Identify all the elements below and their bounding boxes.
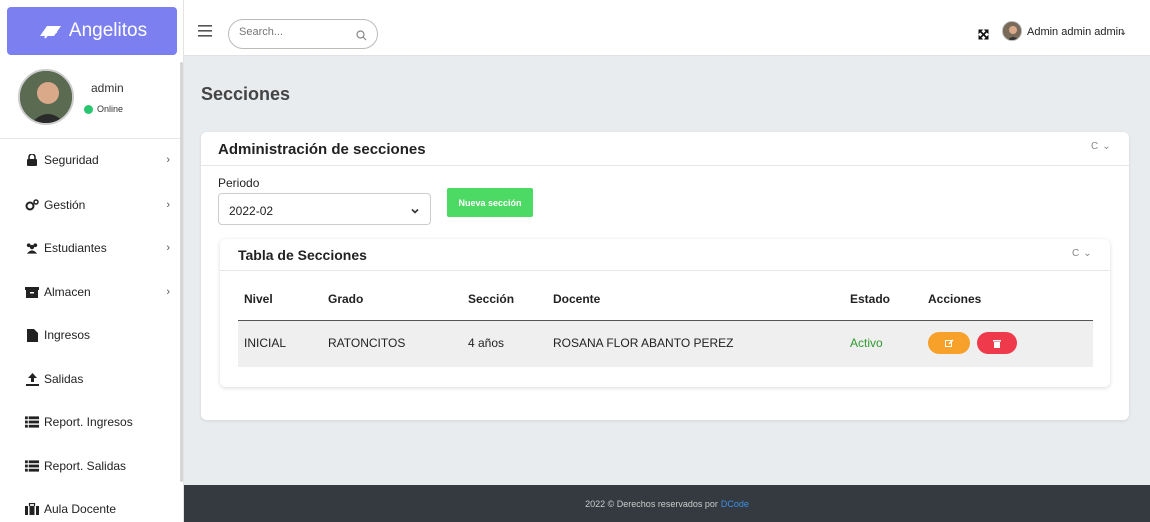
sidebar-item-aula-docente[interactable]: Aula Docente (0, 491, 184, 522)
hamburger-icon[interactable] (198, 24, 212, 42)
search-icon[interactable] (356, 28, 367, 46)
refresh-icon[interactable]: C (1072, 248, 1079, 259)
refresh-icon[interactable]: C (1091, 141, 1098, 152)
page-title: Secciones (201, 84, 291, 104)
gears-icon (25, 198, 39, 212)
briefcase-icon (25, 502, 39, 516)
chevron-right-icon: › (166, 154, 170, 166)
sidebar-item-ingresos[interactable]: Ingresos (0, 317, 184, 353)
delete-button[interactable] (977, 332, 1017, 354)
user-panel: admin Online (0, 62, 184, 137)
sidebar-item-gestion[interactable]: Gestión › (0, 187, 184, 223)
chevron-down-icon[interactable]: ⌄ (1119, 27, 1127, 38)
sidebar-item-label: Salidas (44, 372, 84, 386)
sidebar-item-label: Report. Salidas (44, 459, 127, 473)
column-header-estado: Estado (850, 292, 891, 306)
sidebar-item-seguridad[interactable]: Seguridad › (0, 142, 184, 178)
inner-card-tools: C ⌄ (1072, 248, 1092, 259)
avatar[interactable] (18, 69, 74, 125)
topbar: Admin admin admin ⌄ (184, 0, 1150, 56)
sidebar-item-almacen[interactable]: Almacen › (0, 274, 184, 310)
cell-docente: ROSANA FLOR ABANTO PEREZ (553, 336, 734, 350)
sidebar: Angelitos admin Online Seguridad › Gesti… (0, 0, 184, 522)
chevron-right-icon: › (166, 242, 170, 254)
periodo-value: 2022-02 (229, 204, 274, 218)
brand-name: Angelitos (68, 20, 148, 41)
chevron-down-icon (410, 203, 420, 221)
table-title: Tabla de Secciones (238, 247, 367, 263)
brand-icon (39, 26, 61, 39)
sidebar-item-label: Seguridad (44, 153, 99, 167)
fullscreen-icon[interactable] (978, 27, 989, 45)
cell-estado: Activo (850, 336, 883, 350)
user-status: Online (84, 104, 123, 114)
file-icon (25, 328, 39, 342)
sidebar-item-label: Gestión (44, 198, 86, 212)
sidebar-item-report-salidas[interactable]: Report. Salidas (0, 448, 184, 484)
top-avatar[interactable] (1002, 21, 1022, 41)
list-icon (25, 459, 39, 473)
sidebar-item-label: Ingresos (44, 328, 91, 342)
sidebar-item-label: Almacen (44, 285, 91, 299)
sidebar-item-label: Report. Ingresos (44, 415, 133, 429)
periodo-label: Periodo (218, 176, 260, 190)
inner-card-header: Tabla de Secciones C ⌄ (220, 239, 1110, 271)
column-header-nivel: Nivel (244, 292, 273, 306)
user-name: admin (91, 81, 124, 95)
table-row: INICIAL RATONCITOS 4 años ROSANA FLOR AB… (238, 321, 1093, 367)
online-dot-icon (84, 104, 93, 114)
chevron-right-icon: › (166, 199, 170, 211)
card-title: Administración de secciones (218, 141, 426, 158)
trash-icon (993, 339, 1001, 348)
column-header-acciones: Acciones (928, 292, 982, 306)
cell-grado: RATONCITOS (328, 336, 406, 350)
card-header: Administración de secciones C ⌄ (201, 132, 1129, 166)
search-box (228, 19, 378, 49)
secciones-card: Administración de secciones C ⌄ Periodo … (201, 132, 1129, 420)
brand-logo[interactable]: Angelitos (7, 7, 177, 55)
column-header-grado: Grado (328, 292, 364, 306)
lock-icon (25, 153, 39, 167)
collapse-chevron-icon[interactable]: ⌄ (1102, 141, 1110, 152)
upload-icon (25, 372, 39, 386)
sidebar-item-label: Estudiantes (44, 241, 107, 255)
sidebar-divider (0, 138, 184, 139)
footer-text: 2022 © Derechos reservados por (585, 498, 718, 509)
cell-nivel: INICIAL (244, 336, 287, 350)
edit-icon (944, 339, 953, 347)
new-section-button[interactable]: Nueva sección (447, 188, 533, 217)
periodo-select[interactable]: 2022-02 (218, 193, 431, 225)
users-icon (25, 241, 39, 255)
column-header-seccion: Sección (468, 292, 515, 306)
sidebar-item-salidas[interactable]: Salidas (0, 361, 184, 397)
secciones-table-card: Tabla de Secciones C ⌄ Nivel Grado Secci… (220, 239, 1110, 387)
sidebar-scrollbar[interactable] (180, 62, 183, 482)
archive-icon (25, 285, 39, 299)
cell-seccion: 4 años (468, 336, 505, 350)
chevron-right-icon: › (166, 286, 170, 298)
sidebar-item-label: Aula Docente (44, 502, 117, 516)
column-header-docente: Docente (553, 292, 601, 306)
user-menu-label[interactable]: Admin admin admin (1027, 26, 1124, 38)
search-input[interactable] (239, 26, 349, 38)
sidebar-item-estudiantes[interactable]: Estudiantes › (0, 230, 184, 266)
status-text: Online (97, 104, 124, 114)
list-icon (25, 415, 39, 429)
sidebar-item-report-ingresos[interactable]: Report. Ingresos (0, 404, 184, 440)
card-tools: C ⌄ (1091, 141, 1111, 152)
collapse-chevron-icon[interactable]: ⌄ (1083, 248, 1091, 259)
footer: 2022 © Derechos reservados por DCode (184, 485, 1150, 522)
edit-button[interactable] (928, 332, 970, 354)
footer-link[interactable]: DCode (721, 499, 749, 509)
